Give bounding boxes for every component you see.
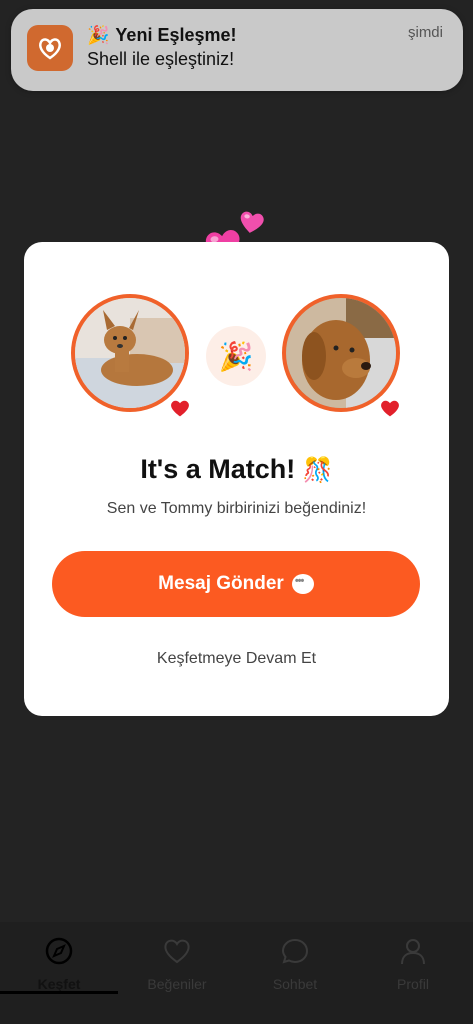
- tab-kesfet[interactable]: Keşfet: [9, 936, 109, 992]
- heart-badge-icon: [376, 394, 404, 422]
- speech-bubble-icon: [291, 574, 314, 594]
- app-logo-icon: [27, 25, 73, 71]
- match-subtitle: Sen ve Tommy birbirinizi beğendiniz!: [106, 500, 367, 517]
- floating-heart-small-icon: [236, 208, 267, 243]
- match-title-text: It's a Match!: [140, 454, 296, 484]
- tab-label: Beğeniler: [147, 976, 207, 992]
- party-popper-icon: 🎉: [206, 326, 266, 386]
- match-title: It's a Match! 🎊: [24, 454, 449, 485]
- tab-label: Profil: [397, 976, 429, 992]
- notification-title-text: Yeni Eşleşme!: [115, 25, 237, 45]
- tab-label: Sohbet: [272, 976, 318, 992]
- heart-icon: [164, 939, 190, 964]
- send-message-label: Mesaj Gönder: [158, 573, 284, 594]
- compass-icon: [45, 937, 73, 965]
- tab-begeniler[interactable]: Beğeniler: [127, 936, 227, 992]
- tab-profil[interactable]: Profil: [363, 936, 463, 992]
- tab-label: Keşfet: [37, 976, 81, 992]
- heart-badge-icon: [166, 394, 194, 422]
- match-modal: 🎉 It's a Match! 🎊 Sen ve Tommy birbirini…: [24, 242, 449, 716]
- matched-pet-avatar: [282, 294, 400, 412]
- active-tab-indicator: [0, 991, 118, 994]
- person-icon: [401, 939, 425, 965]
- party-popper-icon: 🎉: [87, 25, 110, 45]
- chat-icon: [281, 938, 309, 964]
- bottom-tab-bar: Keşfet Beğeniler Sohbet Profil: [0, 922, 473, 1024]
- match-notification[interactable]: 🎉 Yeni Eşleşme! Shell ile eşleştiniz! şim…: [11, 9, 463, 91]
- my-pet-avatar: [71, 294, 189, 412]
- tab-sohbet[interactable]: Sohbet: [245, 936, 345, 992]
- notification-body: Shell ile eşleştiniz!: [87, 49, 235, 69]
- continue-exploring-button[interactable]: Keşfetmeye Devam Et: [24, 650, 449, 668]
- notification-title: 🎉 Yeni Eşleşme!: [87, 25, 237, 46]
- confetti-ball-icon: 🎊: [302, 457, 333, 484]
- send-message-button[interactable]: Mesaj Gönder: [52, 551, 420, 617]
- notification-time: şimdi: [407, 24, 443, 41]
